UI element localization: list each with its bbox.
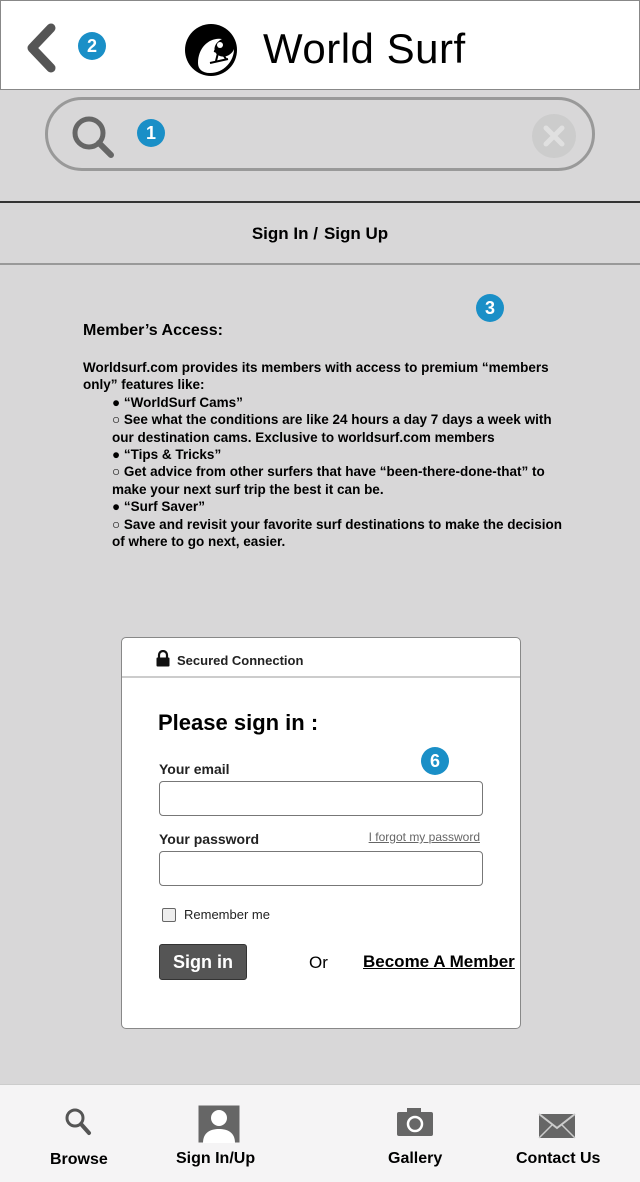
annotation-badge-form: 6: [421, 747, 449, 775]
feature-description: ○ Save and revisit your favorite surf de…: [112, 516, 563, 550]
envelope-icon: [538, 1113, 576, 1139]
nav-label: Gallery: [388, 1150, 443, 1167]
bottom-nav: Browse Sign In/Up Gallery Contact Us: [0, 1084, 640, 1182]
search-input[interactable]: [178, 114, 518, 154]
features-list: ● “WorldSurf Cams” ○ See what the condit…: [112, 394, 573, 551]
main-content: 3 Member’s Access: Worldsurf.com provide…: [0, 266, 640, 1082]
members-description: Worldsurf.com provides its members with …: [83, 359, 573, 550]
feature-bullet: ● “Tips & Tricks”: [112, 447, 222, 463]
email-field[interactable]: [159, 781, 483, 816]
search-icon: [65, 1108, 91, 1135]
email-label: Your email: [159, 761, 230, 777]
feature-bullet: ● “Surf Saver”: [112, 499, 205, 515]
chevron-left-icon: [27, 23, 56, 73]
nav-item-browse[interactable]: Browse: [40, 1085, 120, 1182]
sign-in-button[interactable]: Sign in: [159, 944, 247, 980]
app-header: 2 World Surf: [0, 0, 640, 90]
back-button[interactable]: [23, 23, 59, 73]
feature-description: ○ See what the conditions are like 24 ho…: [112, 412, 552, 445]
nav-label: Contact Us: [516, 1150, 601, 1167]
members-intro: Worldsurf.com provides its members with …: [83, 360, 549, 393]
search-icon: [72, 116, 114, 158]
signin-title: Please sign in :: [158, 710, 319, 735]
annotation-badge-back: 2: [78, 32, 106, 60]
search-bar: [45, 97, 595, 171]
lock-icon: [156, 650, 170, 667]
feature-description: ○ Get advice from other surfers that hav…: [112, 464, 545, 497]
secure-connection-bar: Secured Connection: [122, 638, 520, 678]
tab-sign-in[interactable]: Sign In /: [252, 224, 318, 244]
auth-tab-bar: Sign In / Sign Up: [0, 204, 640, 265]
tab-sign-up[interactable]: Sign Up: [324, 224, 388, 244]
members-title: Member’s Access:: [83, 322, 223, 339]
search-area: 1: [0, 90, 640, 203]
nav-label: Browse: [50, 1151, 108, 1168]
password-field[interactable]: [159, 851, 483, 886]
password-label: Your password: [159, 831, 260, 847]
signin-card: Secured Connection Please sign in : 6 Yo…: [121, 637, 521, 1029]
nav-item-gallery[interactable]: Gallery: [380, 1085, 460, 1182]
remember-me-checkbox[interactable]: [162, 908, 176, 922]
nav-item-signin[interactable]: Sign In/Up: [170, 1085, 270, 1182]
nav-item-contact[interactable]: Contact Us: [510, 1085, 610, 1182]
close-circle-icon: [532, 114, 576, 158]
annotation-badge-search: 1: [137, 119, 165, 147]
forgot-password-link[interactable]: I forgot my password: [369, 830, 480, 844]
surfer-wave-logo: [184, 23, 238, 77]
remember-me-label: Remember me: [184, 907, 270, 922]
secure-connection-label: Secured Connection: [177, 653, 304, 668]
app-title: World Surf: [263, 25, 466, 72]
annotation-badge-members: 3: [476, 294, 504, 322]
user-icon: [198, 1105, 240, 1143]
camera-icon: [397, 1108, 433, 1136]
feature-bullet: ● “WorldSurf Cams”: [112, 394, 243, 410]
or-text: Or: [309, 953, 328, 972]
become-member-link[interactable]: Become A Member: [363, 952, 515, 972]
nav-label: Sign In/Up: [176, 1150, 256, 1167]
clear-search-button[interactable]: [531, 113, 577, 159]
